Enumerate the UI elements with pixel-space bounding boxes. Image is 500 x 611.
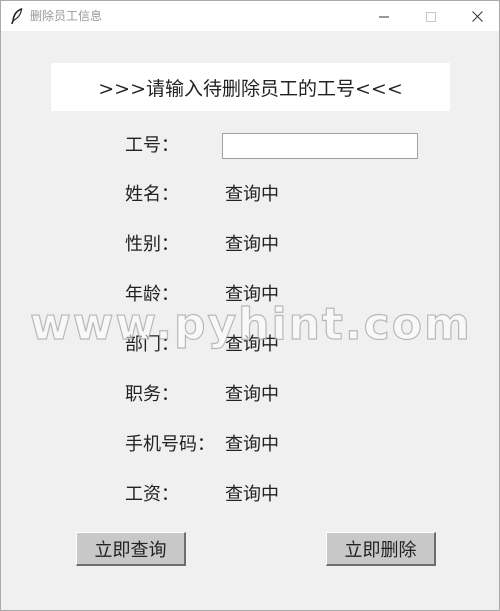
gender-label: 性别： xyxy=(125,234,179,255)
delete-button[interactable]: 立即删除 xyxy=(326,532,436,566)
age-label: 年龄： xyxy=(125,284,179,305)
phone-value: 查询中 xyxy=(225,434,279,455)
age-value: 查询中 xyxy=(225,284,279,305)
position-value: 查询中 xyxy=(225,384,279,405)
department-label: 部门： xyxy=(125,334,179,355)
app-window: 删除员工信息 >>>请输入待删除员工的工号<<< 工号： 姓名： 查询中 性别： xyxy=(0,0,500,611)
position-label: 职务： xyxy=(125,384,179,405)
feather-icon xyxy=(10,8,24,25)
close-button[interactable] xyxy=(454,1,500,31)
maximize-button[interactable] xyxy=(408,1,454,31)
salary-label: 工资： xyxy=(125,484,179,505)
salary-value: 查询中 xyxy=(225,484,279,505)
close-icon xyxy=(471,7,483,26)
query-button[interactable]: 立即查询 xyxy=(76,532,186,566)
title-bar: 删除员工信息 xyxy=(1,1,499,31)
header-text: >>>请输入待删除员工的工号<<< xyxy=(98,77,403,100)
gender-value: 查询中 xyxy=(225,234,279,255)
minimize-button[interactable] xyxy=(361,1,407,31)
phone-label: 手机号码： xyxy=(125,434,215,455)
name-label: 姓名： xyxy=(125,184,179,205)
employee-id-label: 工号： xyxy=(125,135,179,156)
header-banner: >>>请输入待删除员工的工号<<< xyxy=(51,63,450,111)
employee-id-input[interactable] xyxy=(222,133,418,159)
department-value: 查询中 xyxy=(225,334,279,355)
name-value: 查询中 xyxy=(225,184,279,205)
window-title: 删除员工信息 xyxy=(30,9,103,23)
minimize-icon xyxy=(379,7,389,26)
maximize-icon xyxy=(426,7,436,26)
